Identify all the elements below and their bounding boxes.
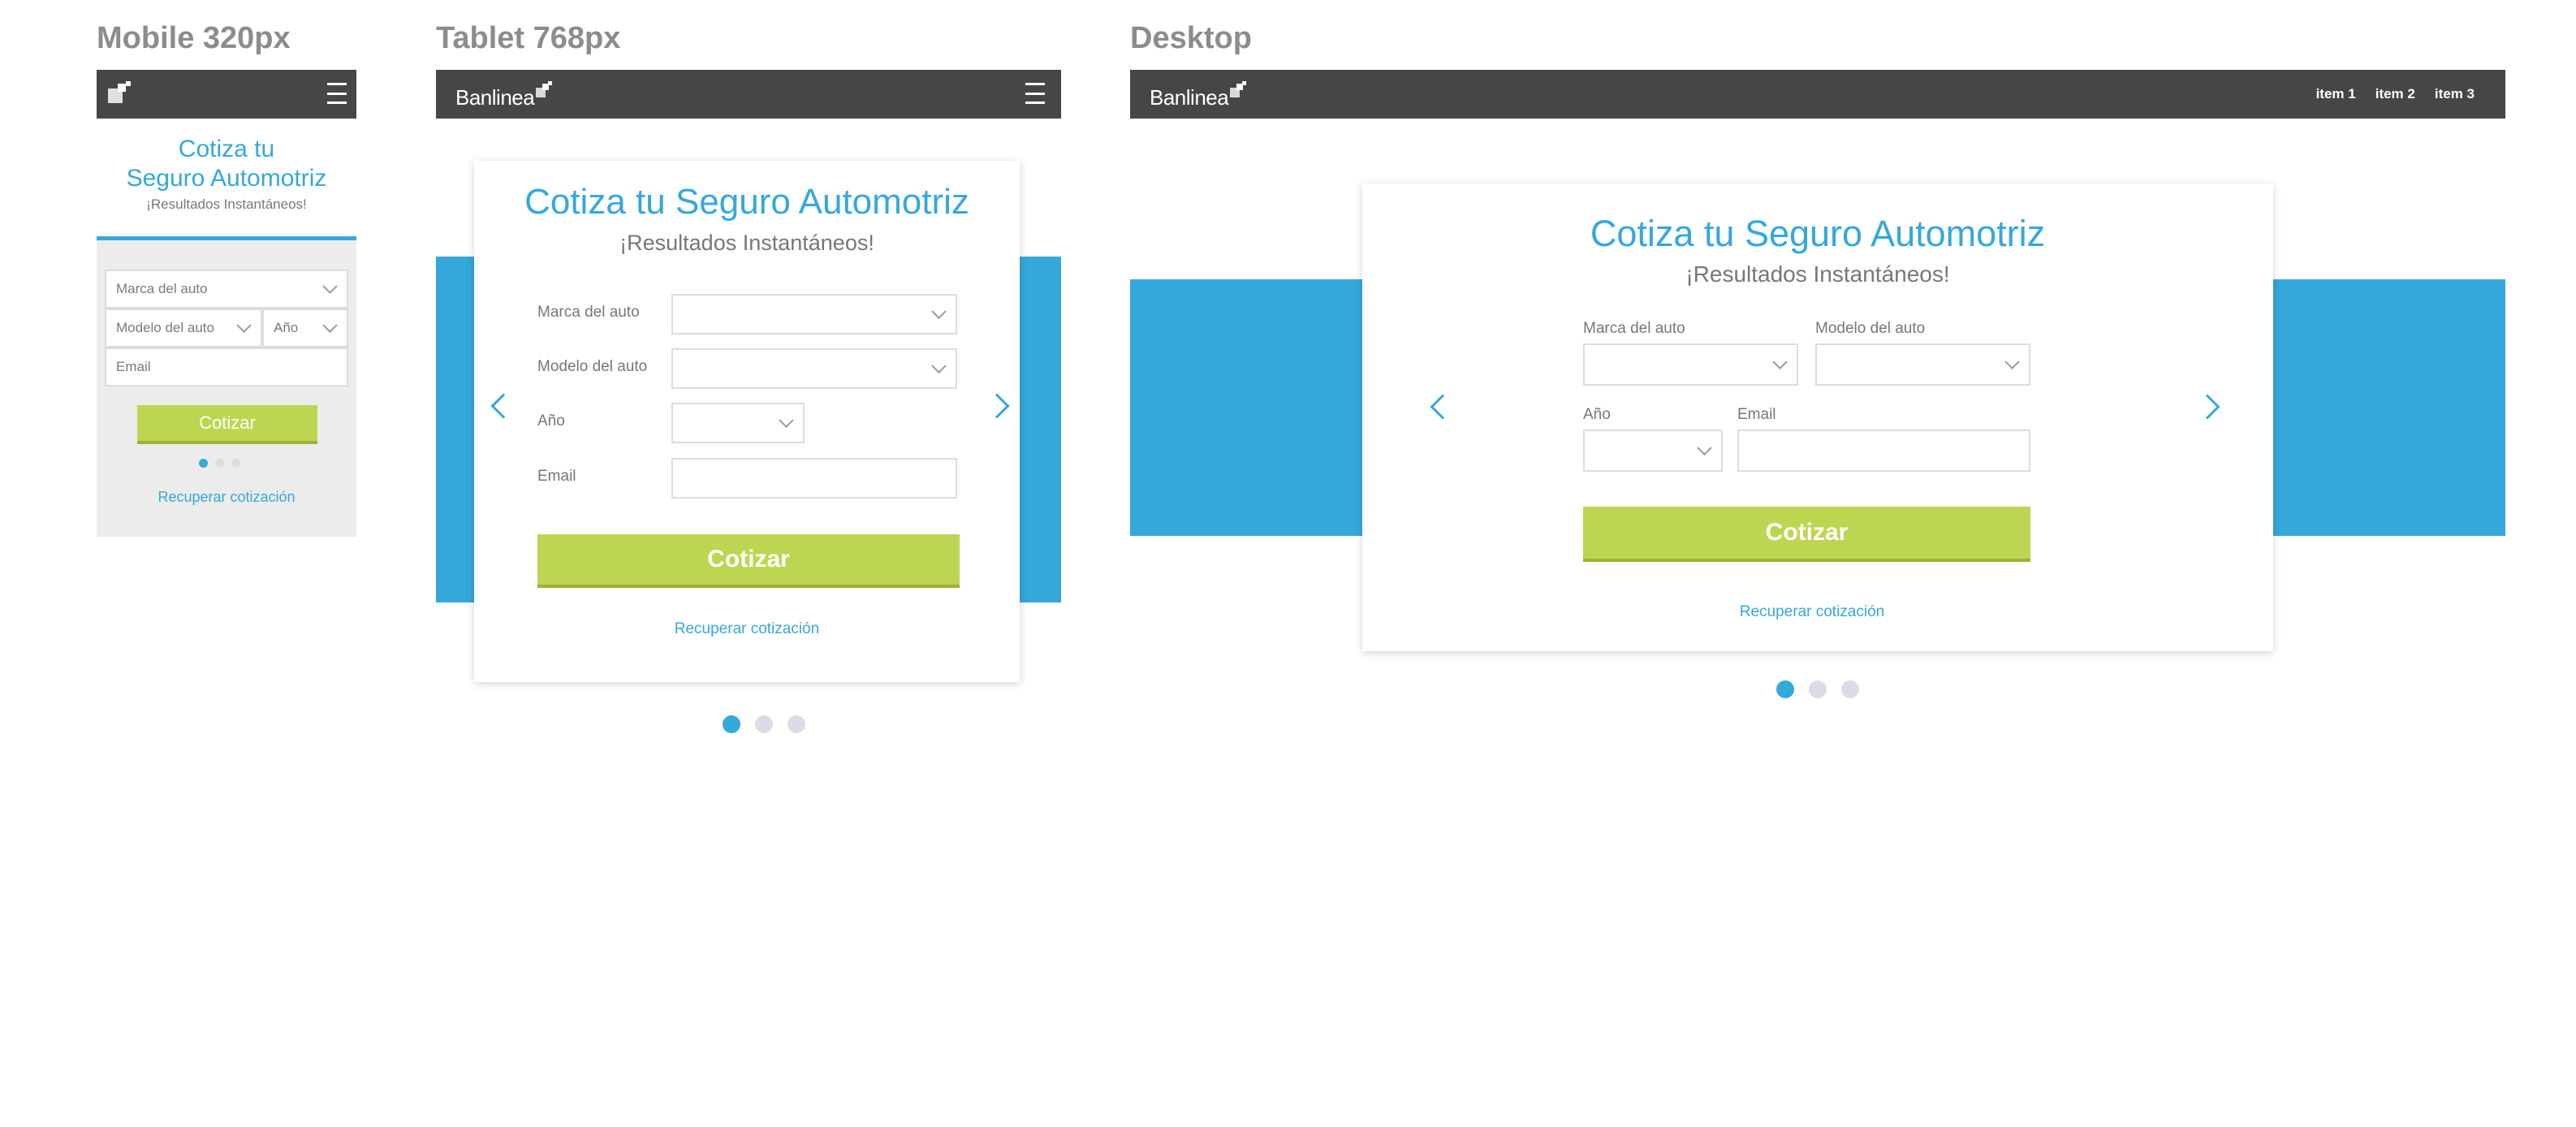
mobile-subtitle: ¡Resultados Instantáneos! (146, 196, 307, 212)
mobile-marca-select[interactable]: Marca del auto (105, 270, 348, 309)
tablet-recuperar-link[interactable]: Recuperar cotización (474, 620, 1020, 638)
nav-item-1[interactable]: item 1 (2316, 86, 2356, 102)
mobile-email-input[interactable]: Email (105, 348, 348, 386)
desktop-navbar: Banlinea item 1 item 2 item 3 (1130, 70, 2505, 119)
logo-text: Banlinea (455, 85, 535, 110)
desktop-anio-label: Año (1583, 406, 1611, 423)
mobile-title-line2: Seguro Automotriz (126, 165, 327, 192)
chevron-down-icon (931, 304, 947, 319)
mobile-cotizar-button[interactable]: Cotizar (137, 405, 317, 444)
desktop-nav-menu: item 1 item 2 item 3 (2316, 86, 2475, 102)
mobile-anio-select[interactable]: Año (262, 309, 348, 348)
mobile-email-placeholder: Email (116, 359, 151, 374)
logo-mark-icon (536, 81, 554, 99)
desktop-email-input[interactable] (1737, 430, 2030, 472)
desktop-title: Cotiza tu Seguro Automotriz (1590, 213, 2046, 254)
tablet-marca-label: Marca del auto (537, 304, 640, 321)
desktop-carousel-dot-2[interactable] (1809, 680, 1827, 698)
tablet-email-input[interactable] (671, 458, 957, 499)
tablet-anio-select[interactable] (671, 403, 805, 443)
mobile-recuperar-link[interactable]: Recuperar cotización (97, 489, 356, 506)
tablet-frame: Banlinea Cotiza tu Seguro Automotriz ¡Re… (436, 70, 1061, 744)
nav-item-2[interactable]: item 2 (2375, 86, 2415, 102)
logo-mark-icon (1230, 81, 1248, 99)
tablet-modelo-select[interactable] (671, 348, 957, 389)
mobile-anio-placeholder: Año (274, 320, 299, 335)
mobile-section-title: Mobile 320px (97, 21, 291, 55)
tablet-email-label: Email (537, 468, 576, 485)
chevron-down-icon (322, 279, 338, 294)
tablet-carousel-dot-1[interactable] (723, 715, 740, 733)
chevron-down-icon (931, 358, 947, 374)
chevron-down-icon (236, 317, 252, 333)
chevron-down-icon (1772, 354, 1788, 369)
desktop-carousel-dot-1[interactable] (1776, 680, 1794, 698)
desktop-form-card: Cotiza tu Seguro Automotriz ¡Resultados … (1362, 184, 2273, 651)
desktop-subtitle: ¡Resultados Instantáneos! (1685, 261, 1950, 287)
mobile-header: Cotiza tu Seguro Automotriz ¡Resultados … (97, 119, 356, 240)
desktop-carousel-dot-3[interactable] (1841, 680, 1859, 698)
desktop-frame: Banlinea item 1 item 2 item 3 Cotiza tu … (1130, 70, 2505, 719)
chevron-down-icon (779, 412, 794, 428)
mobile-modelo-select[interactable]: Modelo del auto (105, 309, 262, 348)
desktop-email-label: Email (1737, 406, 1776, 423)
chevron-down-icon (2004, 354, 2020, 369)
mobile-title-line1: Cotiza tu (178, 136, 275, 162)
tablet-navbar: Banlinea (436, 70, 1061, 119)
tablet-subtitle: ¡Resultados Instantáneos! (619, 231, 874, 255)
chevron-down-icon (322, 317, 338, 333)
logo-mark-icon[interactable] (108, 81, 132, 106)
desktop-modelo-label: Modelo del auto (1815, 320, 1926, 337)
mobile-navbar (97, 70, 356, 119)
tablet-logo[interactable]: Banlinea (455, 81, 554, 109)
tablet-cotizar-button[interactable]: Cotizar (537, 534, 960, 588)
tablet-form-card: Cotiza tu Seguro Automotriz ¡Resultados … (474, 161, 1020, 682)
tablet-section-title: Tablet 768px (436, 21, 621, 55)
desktop-anio-select[interactable] (1583, 430, 1723, 472)
mobile-carousel-dot-3[interactable] (231, 459, 240, 468)
mobile-marca-placeholder: Marca del auto (116, 281, 208, 296)
desktop-logo[interactable]: Banlinea (1150, 81, 1248, 109)
desktop-recuperar-link[interactable]: Recuperar cotización (1362, 603, 2262, 621)
tablet-marca-select[interactable] (671, 294, 957, 335)
chevron-down-icon (1697, 440, 1712, 456)
hamburger-menu-icon[interactable] (1025, 83, 1045, 104)
tablet-title: Cotiza tu Seguro Automotriz (524, 182, 969, 222)
desktop-modelo-select[interactable] (1815, 343, 2030, 386)
nav-item-3[interactable]: item 3 (2435, 86, 2475, 102)
desktop-marca-select[interactable] (1583, 343, 1798, 386)
tablet-anio-label: Año (537, 412, 565, 430)
tablet-carousel-dot-3[interactable] (787, 715, 805, 733)
hamburger-menu-icon[interactable] (327, 83, 347, 104)
logo-text: Banlinea (1150, 85, 1229, 110)
tablet-carousel-dot-2[interactable] (755, 715, 773, 733)
mobile-carousel-dot-2[interactable] (215, 459, 224, 468)
mobile-carousel-dot-1[interactable] (199, 459, 208, 468)
desktop-section-title: Desktop (1130, 21, 1252, 55)
desktop-cotizar-button[interactable]: Cotizar (1583, 507, 2030, 562)
mobile-modelo-placeholder: Modelo del auto (116, 320, 214, 335)
tablet-modelo-label: Modelo del auto (537, 358, 648, 375)
desktop-marca-label: Marca del auto (1583, 320, 1685, 337)
mobile-frame: Cotiza tu Seguro Automotriz ¡Resultados … (97, 70, 356, 537)
